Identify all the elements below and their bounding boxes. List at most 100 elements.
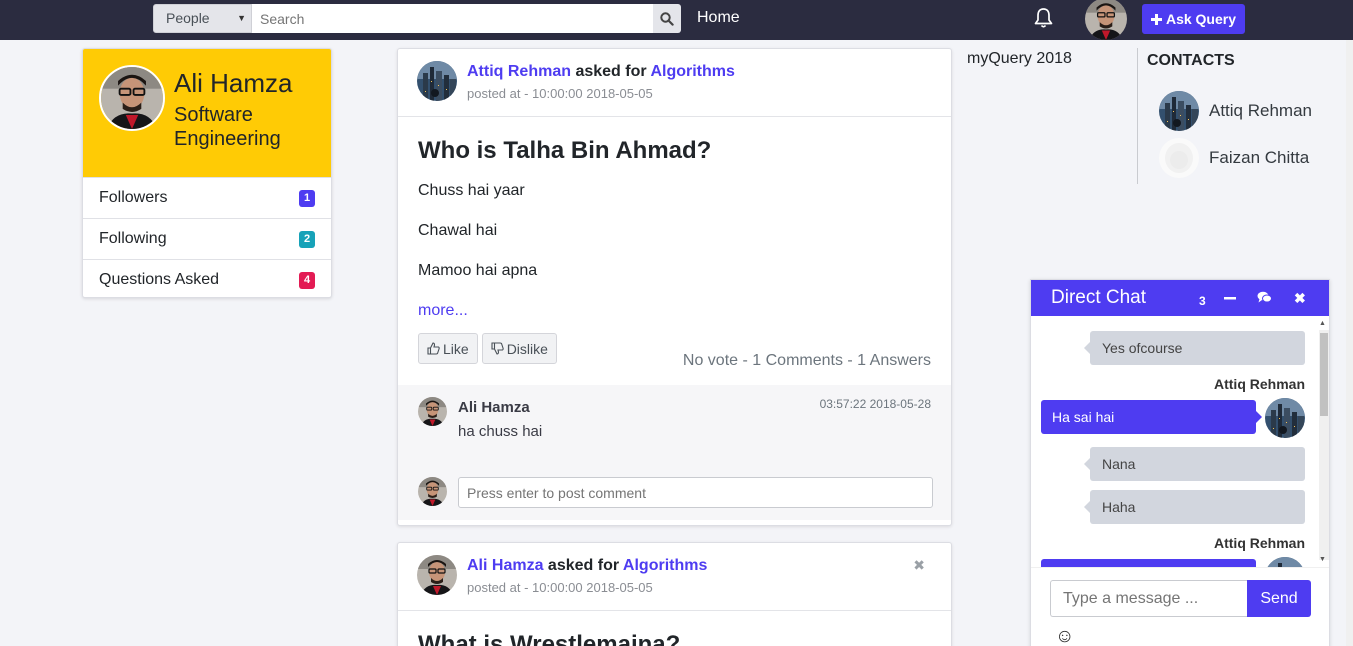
search-scope-select[interactable]: People ▼ <box>153 4 252 33</box>
close-icon[interactable]: ✖ <box>913 557 925 574</box>
question-text: Who is Talha Bin Ahmad? <box>418 137 712 164</box>
minimize-button[interactable] <box>1224 291 1236 309</box>
answer-text: Chawal hai <box>418 222 498 239</box>
stat-label: Questions Asked <box>99 271 220 288</box>
post-timestamp: posted at - 10:00:00 2018-05-05 <box>467 86 653 101</box>
chat-scrollbar[interactable]: ▲ ▼ <box>1318 320 1329 566</box>
chat-sender-name: Attiq Rehman <box>1214 376 1305 392</box>
author-avatar[interactable] <box>417 555 457 595</box>
chat-message-received: Haha <box>1084 490 1305 524</box>
chat-message-received: Nana <box>1084 447 1305 481</box>
contact-item[interactable]: Faizan Chitta <box>1159 138 1309 178</box>
question-header: Attiq Rehman asked for Algorithms posted… <box>398 49 951 117</box>
plus-icon <box>1150 13 1162 25</box>
notifications-button[interactable] <box>1033 7 1054 34</box>
like-label: Like <box>443 340 469 357</box>
dislike-button[interactable]: Dislike <box>481 333 557 364</box>
close-icon[interactable]: ✖ <box>1294 290 1306 307</box>
author-link[interactable]: Ali Hamza <box>467 557 543 574</box>
footer-brand: myQuery 2018 <box>967 50 1072 67</box>
search-icon <box>660 11 674 26</box>
scrollbar-thumb[interactable] <box>1320 333 1328 416</box>
profile-header: Ali Hamza Software Engineering <box>83 49 331 177</box>
chat-message-sent <box>1041 559 1256 567</box>
nav-home-link[interactable]: Home <box>697 9 740 27</box>
question-title-line: Attiq Rehman asked for Algorithms <box>467 63 735 81</box>
chevron-down-icon: ▼ <box>237 13 246 23</box>
answer-text: Mamoo hai apna <box>418 262 538 279</box>
profile-stat-followers[interactable]: Followers 1 <box>83 177 331 218</box>
emoji-icon[interactable]: ☺ <box>1055 626 1074 646</box>
chat-messages: Yes ofcourse Attiq Rehman Ha sai hai Nan… <box>1031 317 1317 567</box>
chat-message-received: Yes ofcourse <box>1084 331 1305 365</box>
more-link[interactable]: more... <box>418 302 931 320</box>
author-link[interactable]: Attiq Rehman <box>467 63 571 80</box>
like-button[interactable]: Like <box>418 333 478 364</box>
profile-stat-questions-asked[interactable]: Questions Asked 4 <box>83 259 331 297</box>
search-scope-value: People <box>166 10 210 26</box>
question-text: What is Wrestlemaina? <box>418 631 681 646</box>
profile-avatar <box>99 65 165 131</box>
chat-sender-avatar <box>1265 557 1305 567</box>
question-title-line: Ali Hamza asked for Algorithms <box>467 557 707 575</box>
thumbs-down-icon <box>491 342 504 355</box>
ask-query-label: Ask Query <box>1165 11 1237 27</box>
chat-message-sent: Ha sai hai <box>1041 400 1262 434</box>
profile-card: Ali Hamza Software Engineering Followers… <box>82 48 332 298</box>
scroll-down-icon[interactable]: ▼ <box>1319 556 1326 563</box>
bell-icon <box>1034 8 1053 28</box>
commenter-avatar <box>418 397 447 426</box>
question-header: Ali Hamza asked for Algorithms posted at… <box>398 543 951 611</box>
question-stats: No vote - 1 Comments - 1 Answers <box>682 352 931 369</box>
chat-sender-avatar <box>1265 398 1305 438</box>
question-body: What is Wrestlemaina? <box>398 611 951 646</box>
topic-link[interactable]: Algorithms <box>650 63 734 80</box>
count-badge: 2 <box>299 230 315 248</box>
comments-section: Ali Hamza ha chuss hai 03:57:22 2018-05-… <box>398 385 951 520</box>
contacts-panel: CONTACTS Attiq Rehman Faizan Chitta <box>1137 48 1327 184</box>
page-scrollbar[interactable] <box>1346 40 1353 646</box>
thumbs-up-icon <box>427 342 440 355</box>
contact-name: Attiq Rehman <box>1209 101 1312 120</box>
chat-title: Direct Chat <box>1051 287 1147 308</box>
contact-item[interactable]: Attiq Rehman <box>1159 91 1312 131</box>
top-navbar: People ▼ Home Ask Query <box>0 0 1353 40</box>
contacts-toggle-button[interactable] <box>1257 291 1272 309</box>
direct-chat-widget: Direct Chat 3 ✖ Yes ofcourse Attiq Rehma… <box>1030 279 1330 646</box>
current-user-avatar <box>418 477 447 506</box>
commenter-name: Ali Hamza <box>458 399 530 416</box>
contacts-title: CONTACTS <box>1147 52 1235 69</box>
chat-sender-name: Attiq Rehman <box>1214 535 1305 551</box>
comment-input[interactable] <box>458 477 933 508</box>
post-timestamp: posted at - 10:00:00 2018-05-05 <box>467 580 653 595</box>
send-button[interactable]: Send <box>1247 580 1311 617</box>
comments-icon <box>1257 291 1272 303</box>
profile-role: Software Engineering <box>174 104 281 150</box>
minus-icon <box>1224 297 1236 300</box>
question-body: Who is Talha Bin Ahmad? Chuss hai yaar C… <box>398 117 951 369</box>
ask-query-button[interactable]: Ask Query <box>1142 4 1245 34</box>
scroll-up-icon[interactable]: ▲ <box>1319 320 1326 327</box>
stat-label: Followers <box>99 189 168 206</box>
comment-timestamp: 03:57:22 2018-05-28 <box>819 397 931 411</box>
search-button[interactable] <box>653 4 681 33</box>
stat-label: Following <box>99 230 167 247</box>
profile-stat-following[interactable]: Following 2 <box>83 218 331 259</box>
contact-avatar <box>1159 138 1199 178</box>
author-avatar[interactable] <box>417 61 457 101</box>
contact-avatar <box>1159 91 1199 131</box>
question-card: Attiq Rehman asked for Algorithms posted… <box>397 48 952 526</box>
count-badge: 1 <box>299 189 315 207</box>
profile-name: Ali Hamza <box>174 68 293 98</box>
chat-unread-count: 3 <box>1199 294 1206 308</box>
search-input[interactable] <box>252 4 653 33</box>
asked-for-text: asked for <box>547 557 620 574</box>
question-card: Ali Hamza asked for Algorithms posted at… <box>397 542 952 646</box>
user-avatar[interactable] <box>1085 0 1127 40</box>
dislike-label: Dislike <box>506 340 548 357</box>
chat-message-input[interactable] <box>1050 580 1248 617</box>
comment-text: ha chuss hai <box>458 423 543 440</box>
topic-link[interactable]: Algorithms <box>623 557 707 574</box>
asked-for-text: asked for <box>575 63 647 80</box>
contact-name: Faizan Chitta <box>1209 148 1310 167</box>
